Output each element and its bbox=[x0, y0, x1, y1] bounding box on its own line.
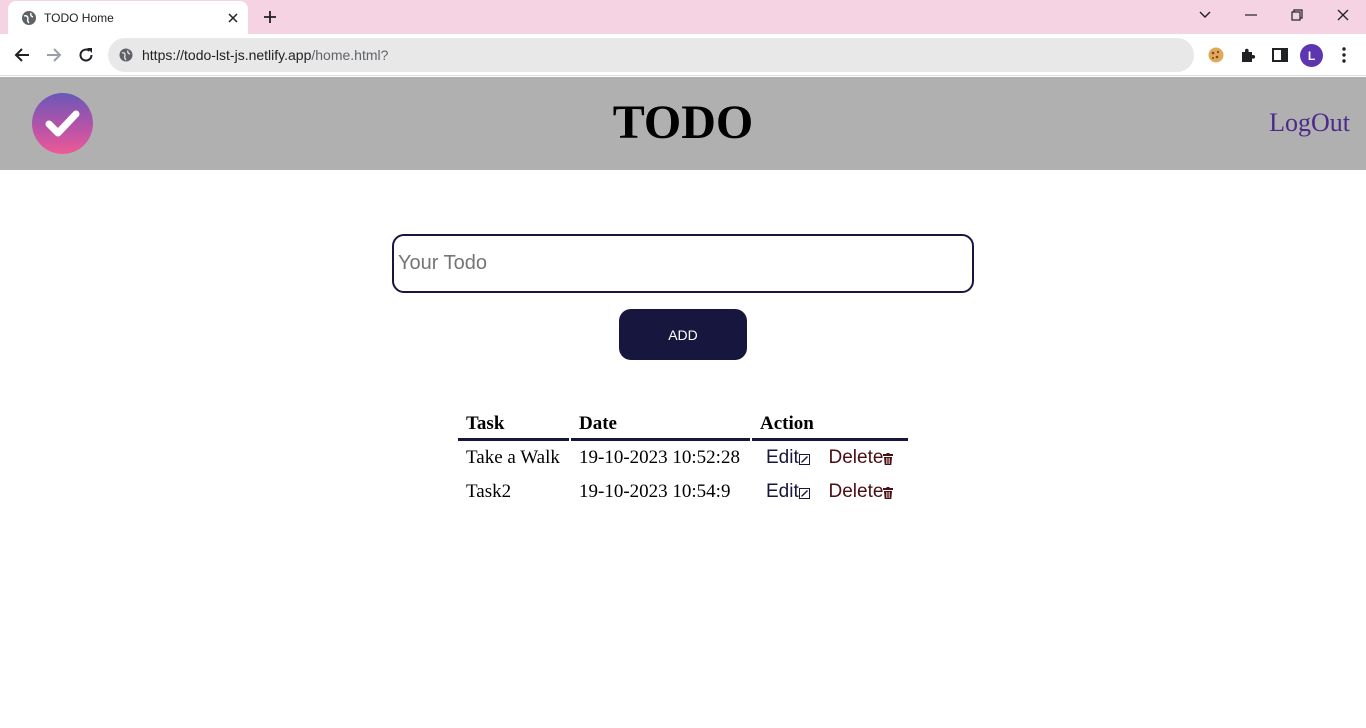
more-menu-icon[interactable] bbox=[1332, 43, 1356, 67]
task-cell: Take a Walk bbox=[466, 447, 560, 468]
edit-button[interactable]: Edit bbox=[766, 447, 810, 468]
restore-icon[interactable] bbox=[1274, 0, 1320, 30]
side-panel-icon[interactable] bbox=[1268, 43, 1292, 67]
page-title: TODO bbox=[612, 96, 754, 149]
site-info-icon[interactable] bbox=[118, 47, 134, 63]
column-header-date: Date bbox=[571, 408, 750, 441]
table-row: Task2 19-10-2023 10:54:9 Edit Delete bbox=[458, 475, 908, 509]
url-text: https://todo-lst-js.netlify.app/home.htm… bbox=[142, 47, 388, 63]
edit-pencil-icon bbox=[798, 454, 810, 465]
browser-tabstrip: TODO Home bbox=[0, 0, 1366, 34]
column-header-action: Action bbox=[752, 408, 908, 441]
browser-tab[interactable]: TODO Home bbox=[8, 1, 248, 34]
trash-icon bbox=[883, 487, 894, 499]
close-tab-icon[interactable] bbox=[225, 10, 241, 26]
app-header: TODO LogOut bbox=[0, 77, 1366, 170]
action-cell: Edit Delete bbox=[752, 441, 908, 475]
edit-pencil-icon bbox=[798, 488, 810, 499]
column-header-task: Task bbox=[458, 408, 569, 441]
add-button[interactable]: ADD bbox=[619, 309, 747, 360]
edit-label: Edit bbox=[766, 481, 799, 502]
todo-input[interactable] bbox=[392, 234, 974, 293]
browser-toolbar: https://todo-lst-js.netlify.app/home.htm… bbox=[0, 34, 1366, 76]
trash-icon bbox=[883, 453, 894, 465]
globe-icon bbox=[21, 10, 37, 26]
cookie-extension-icon[interactable] bbox=[1204, 43, 1228, 67]
tab-title: TODO Home bbox=[44, 11, 114, 25]
task-cell: Task2 bbox=[466, 481, 512, 502]
action-cell: Edit Delete bbox=[752, 475, 908, 509]
logout-link[interactable]: LogOut bbox=[1269, 108, 1350, 138]
tab-search-icon[interactable] bbox=[1182, 0, 1228, 30]
table-header-row: Task Date Action bbox=[458, 408, 908, 441]
date-cell: 19-10-2023 10:54:9 bbox=[579, 481, 731, 502]
forward-arrow-icon[interactable] bbox=[40, 41, 68, 69]
edit-button[interactable]: Edit bbox=[766, 481, 810, 502]
delete-label: Delete bbox=[828, 481, 884, 502]
minimize-icon[interactable] bbox=[1228, 0, 1274, 30]
extensions-puzzle-icon[interactable] bbox=[1236, 43, 1260, 67]
delete-button[interactable]: Delete bbox=[829, 481, 894, 502]
table-row: Take a Walk 19-10-2023 10:52:28 Edit Del… bbox=[458, 441, 908, 475]
new-tab-icon[interactable] bbox=[258, 5, 282, 29]
tasks-table: Task Date Action Take a Walk 19-10-2023 … bbox=[456, 408, 910, 509]
edit-label: Edit bbox=[766, 447, 799, 468]
url-host: https://todo-lst-js.netlify.app bbox=[142, 47, 312, 63]
delete-label: Delete bbox=[828, 447, 884, 468]
back-arrow-icon[interactable] bbox=[8, 41, 36, 69]
delete-button[interactable]: Delete bbox=[829, 447, 894, 468]
close-window-icon[interactable] bbox=[1320, 0, 1366, 30]
date-cell: 19-10-2023 10:52:28 bbox=[579, 447, 740, 468]
url-path: /home.html? bbox=[311, 47, 389, 63]
profile-avatar[interactable]: L bbox=[1300, 44, 1323, 67]
reload-icon[interactable] bbox=[72, 41, 100, 69]
address-bar[interactable]: https://todo-lst-js.netlify.app/home.htm… bbox=[108, 38, 1194, 72]
